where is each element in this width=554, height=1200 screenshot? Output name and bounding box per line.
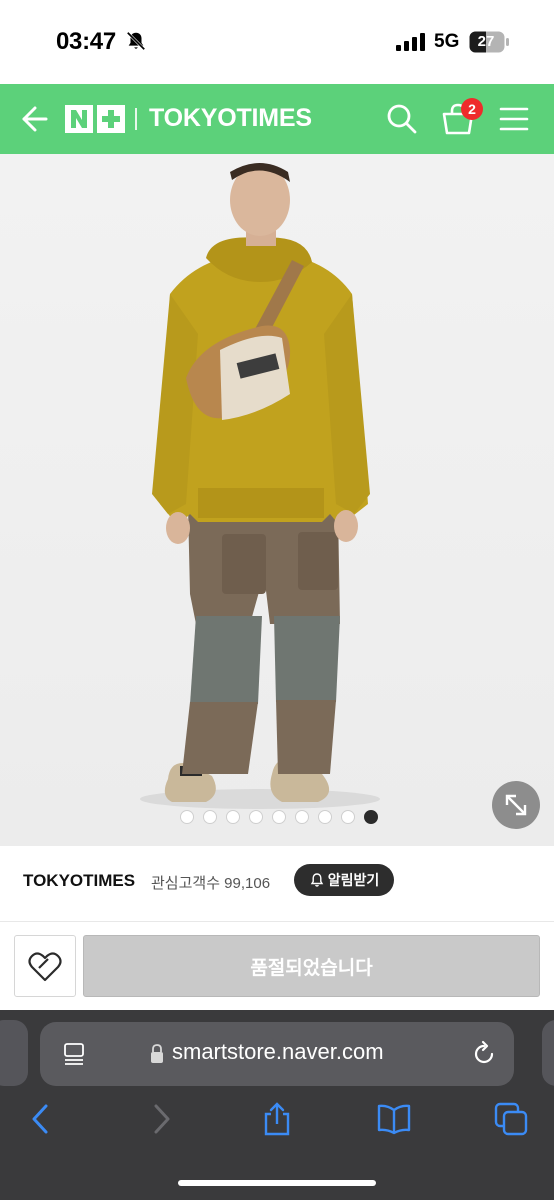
gallery-pagination bbox=[180, 810, 378, 826]
gallery-dot[interactable] bbox=[203, 810, 217, 824]
bell-off-icon bbox=[126, 31, 146, 51]
tabs-icon[interactable] bbox=[494, 1102, 528, 1136]
page-menu-icon[interactable] bbox=[62, 1042, 86, 1066]
next-tab-peek[interactable] bbox=[542, 1020, 554, 1086]
share-icon[interactable] bbox=[260, 1102, 294, 1136]
hamburger-menu-icon[interactable] bbox=[499, 106, 529, 132]
back-chevron-icon[interactable] bbox=[24, 1102, 58, 1136]
alarm-subscribe-button[interactable]: 알림받기 bbox=[294, 864, 394, 896]
purchase-bar: 품절되었습니다 bbox=[0, 922, 554, 1010]
address-bar[interactable]: smartstore.naver.com bbox=[40, 1022, 514, 1086]
cellular-signal-icon bbox=[396, 33, 425, 51]
reload-icon[interactable] bbox=[470, 1040, 498, 1068]
cart-count-badge: 2 bbox=[461, 98, 483, 120]
product-model-illustration bbox=[140, 163, 380, 809]
gallery-dot[interactable] bbox=[226, 810, 240, 824]
back-arrow-icon[interactable] bbox=[18, 102, 50, 136]
browser-chrome: smartstore.naver.com bbox=[0, 1010, 554, 1200]
heart-icon bbox=[28, 952, 62, 982]
wishlist-button[interactable] bbox=[14, 935, 76, 997]
store-name-link[interactable]: TOKYOTIMES bbox=[149, 104, 312, 133]
gallery-dot[interactable] bbox=[249, 810, 263, 824]
gallery-dot[interactable] bbox=[272, 810, 286, 824]
naver-plus-logo[interactable] bbox=[65, 105, 125, 133]
battery-level: 27 bbox=[477, 33, 495, 50]
clock: 03:47 bbox=[56, 28, 116, 55]
gallery-dot[interactable] bbox=[295, 810, 309, 824]
gallery-dot[interactable] bbox=[341, 810, 355, 824]
home-indicator[interactable] bbox=[178, 1180, 376, 1186]
gallery-dot-active[interactable] bbox=[364, 810, 378, 824]
expand-arrows-icon bbox=[505, 794, 527, 816]
bookmarks-icon[interactable] bbox=[377, 1102, 411, 1136]
search-icon[interactable] bbox=[386, 103, 418, 135]
alarm-label: 알림받기 bbox=[327, 872, 380, 888]
gallery-dot[interactable] bbox=[180, 810, 194, 824]
sold-out-button[interactable]: 품절되었습니다 bbox=[83, 935, 540, 997]
gallery-dot[interactable] bbox=[318, 810, 332, 824]
store-name[interactable]: TOKYOTIMES bbox=[23, 871, 135, 891]
header-divider bbox=[135, 108, 137, 130]
store-info-row: TOKYOTIMES 관심고객수 99,106 알림받기 bbox=[0, 846, 554, 922]
lock-icon bbox=[151, 1044, 163, 1063]
network-type: 5G bbox=[434, 31, 460, 52]
previous-tab-peek[interactable] bbox=[0, 1020, 28, 1086]
forward-chevron-icon[interactable] bbox=[144, 1102, 178, 1136]
bell-plus-icon bbox=[310, 873, 323, 887]
url-text: smartstore.naver.com bbox=[172, 1039, 384, 1064]
product-image[interactable] bbox=[0, 154, 554, 846]
expand-image-button[interactable] bbox=[492, 781, 540, 829]
status-bar: 03:47 5G 27 bbox=[0, 0, 554, 84]
interest-count: 관심고객수 99,106 bbox=[151, 875, 271, 892]
